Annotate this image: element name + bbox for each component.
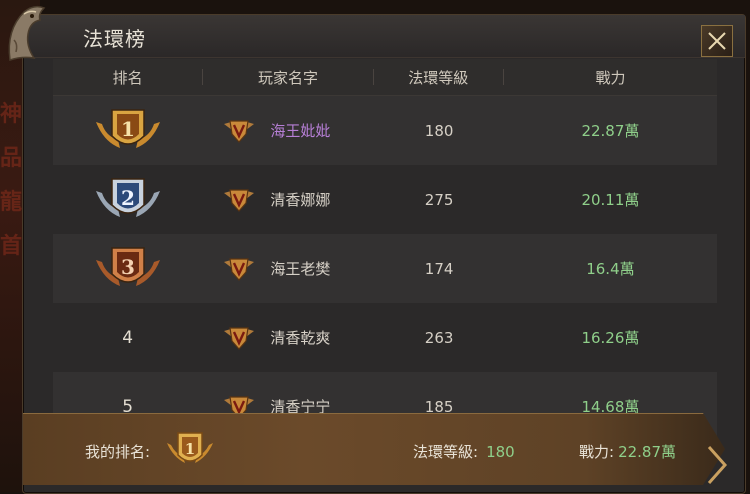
table-row[interactable]: 4 清香乾爽 263 16.26萬 (53, 303, 717, 372)
gold-rank-badge-icon: 1 (95, 108, 160, 148)
table-row[interactable]: 1 海王妣妣 180 22.87萬 (53, 96, 717, 165)
leaderboard-panel: 法環榜 排名 玩家名字 法環等級 戰力 1 海王妣妣 180 22.87萬 2 清香娜娜 2… (22, 14, 746, 494)
header-name: 玩家名字 (257, 68, 318, 87)
gold-rank-badge-icon: 1 (167, 432, 213, 463)
svg-text:1: 1 (185, 440, 195, 458)
power-cell: 20.11萬 (581, 191, 640, 209)
player-cell: 清香娜娜 (202, 187, 372, 213)
rank-cell: 4 (53, 328, 202, 348)
my-rank-bar[interactable]: 我的排名: 1 法環等級: 180 戰力: 22.87萬 (23, 413, 725, 485)
vip-badge-icon (224, 188, 255, 212)
svg-text:2: 2 (121, 186, 135, 210)
player-name[interactable]: 海王妣妣 (270, 120, 330, 141)
player-name[interactable]: 海王老樊 (270, 258, 330, 279)
header-level: 法環等級 (408, 68, 469, 87)
table-body: 1 海王妣妣 180 22.87萬 2 清香娜娜 275 20.11萬 3 海王老樊 174 16.4… (53, 96, 717, 441)
level-cell: 263 (424, 328, 454, 347)
player-cell: 海王老樊 (202, 256, 372, 282)
silver-rank-badge-icon: 2 (95, 177, 160, 217)
rank-cell: 2 (53, 173, 202, 227)
close-icon (708, 32, 726, 50)
player-name[interactable]: 清香娜娜 (270, 189, 330, 210)
table-header: 排名 玩家名字 法環等級 戰力 (53, 59, 717, 96)
vip-badge-icon (224, 326, 255, 350)
leaderboard-table: 排名 玩家名字 法環等級 戰力 1 海王妣妣 180 22.87萬 2 清香娜娜 275 20… (53, 59, 717, 441)
vip-badge-icon (224, 257, 255, 281)
player-cell: 清香乾爽 (202, 325, 372, 351)
my-rank-label: 我的排名: (85, 443, 151, 461)
dragon-ornament-icon (8, 5, 46, 61)
my-level-value: 180 (486, 443, 515, 461)
power-cell: 16.26萬 (581, 329, 640, 347)
header-power: 戰力 (595, 68, 626, 87)
svg-text:1: 1 (121, 117, 135, 141)
player-cell: 海王妣妣 (202, 118, 372, 144)
vip-badge-icon (224, 119, 255, 143)
my-power: 戰力: 22.87萬 (579, 441, 676, 462)
power-cell: 16.4萬 (586, 260, 635, 278)
panel-title: 法環榜 (83, 27, 146, 51)
bronze-rank-badge-icon: 3 (95, 246, 160, 286)
rank-number: 4 (122, 327, 134, 348)
level-cell: 180 (424, 121, 454, 140)
level-cell: 185 (424, 397, 454, 416)
table-row[interactable]: 2 清香娜娜 275 20.11萬 (53, 165, 717, 234)
table-row[interactable]: 3 海王老樊 174 16.4萬 (53, 234, 717, 303)
my-power-value: 22.87萬 (618, 443, 677, 461)
player-info: 海王妣妣 (202, 118, 372, 144)
svg-text:3: 3 (121, 255, 135, 279)
player-name[interactable]: 清香乾爽 (270, 327, 330, 348)
player-info: 清香乾爽 (202, 325, 372, 351)
my-level-label: 法環等級: (413, 443, 479, 461)
player-info: 海王老樊 (202, 256, 372, 282)
level-cell: 275 (424, 190, 454, 209)
power-cell: 22.87萬 (581, 122, 640, 140)
my-power-label: 戰力: (579, 443, 615, 461)
level-cell: 174 (424, 259, 454, 278)
player-info: 清香娜娜 (202, 187, 372, 213)
chevron-right-icon[interactable] (705, 443, 731, 487)
close-button[interactable] (701, 25, 733, 57)
title-bar: 法環榜 (23, 15, 745, 58)
rank-cell: 1 (53, 104, 202, 158)
rank-cell: 3 (53, 242, 202, 296)
my-level: 法環等級: 180 (413, 441, 515, 462)
